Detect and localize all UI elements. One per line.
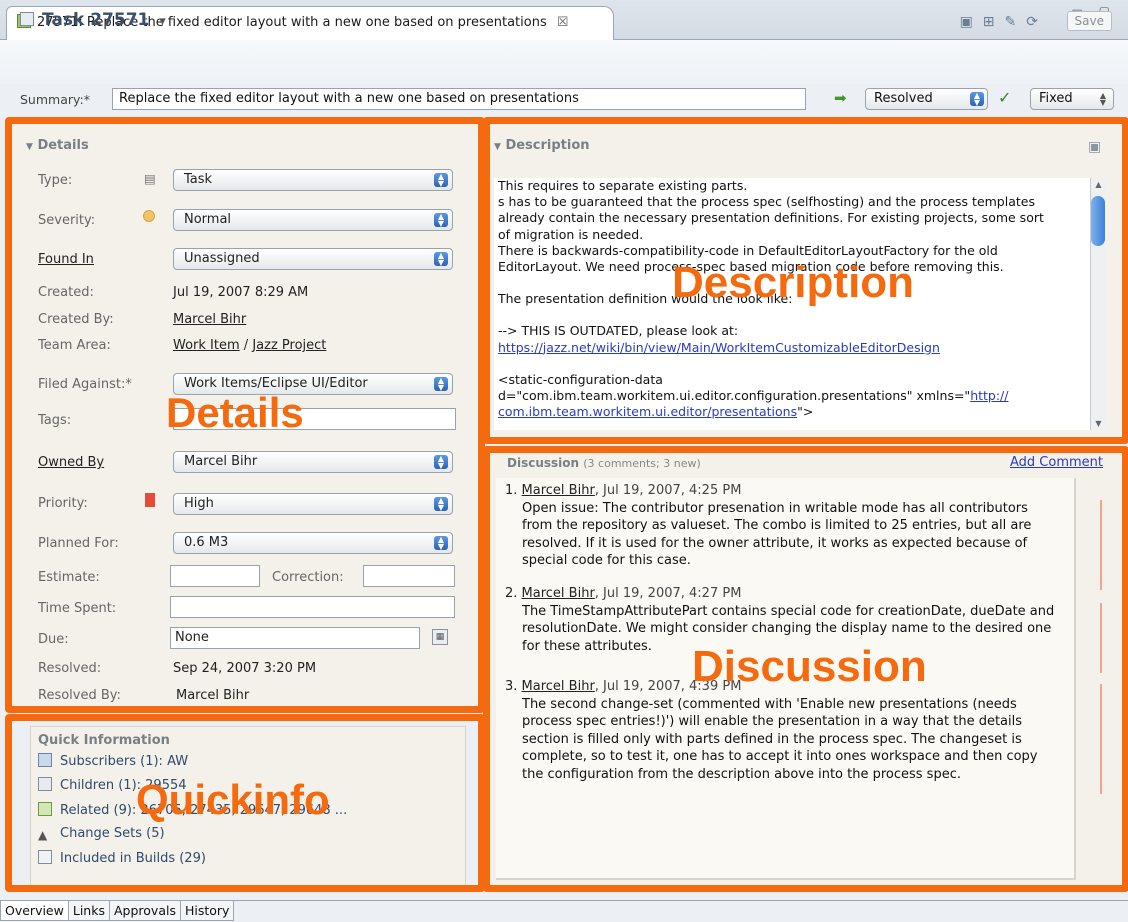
check-icon: ✓ (998, 88, 1012, 107)
hierarchy-icon[interactable]: ⊞ (983, 14, 1005, 30)
details-overlay-label: Details (166, 389, 304, 436)
resolution-stepper-icon: ▲ ▼ (1099, 91, 1107, 107)
tab-approvals[interactable]: Approvals (108, 901, 181, 921)
discussion-overlay-label: Discussion (692, 642, 927, 691)
tab-links[interactable]: Links (67, 901, 110, 921)
workflow-arrow-icon: ➡ (834, 89, 847, 107)
close-tab-icon[interactable]: ☒ (557, 15, 569, 30)
description-overlay-label: Description (672, 258, 915, 307)
tab-history[interactable]: History (179, 901, 235, 921)
save-button[interactable]: Save (1066, 11, 1112, 31)
editor-page-tabs: Overview Links Approvals History (0, 900, 1128, 922)
tab-overview[interactable]: Overview (0, 901, 69, 921)
resolution-select[interactable]: Fixed ▲ ▼ (1030, 88, 1114, 110)
refresh-icon[interactable]: ⟳ (1026, 14, 1048, 30)
state-stepper-icon: ▲ ▼ (970, 92, 984, 107)
state-value: Resolved (874, 91, 933, 106)
summary-input[interactable]: Replace the fixed editor layout with a n… (112, 88, 806, 110)
summary-label: Summary:* (20, 92, 90, 107)
state-select[interactable]: Resolved ▲ ▼ (865, 88, 988, 110)
duplicate-icon[interactable]: ▣ (960, 14, 983, 30)
header-toolbar: ▣⊞✎⟳ (960, 14, 1048, 30)
resolution-value: Fixed (1039, 91, 1073, 106)
editor-header (0, 40, 1128, 84)
task-icon (20, 12, 34, 26)
edit-icon[interactable]: ✎ (1005, 14, 1027, 30)
quickinfo-overlay-label: Quickinfo (136, 776, 330, 823)
task-title-text: Task 27571 (42, 10, 150, 30)
task-title: Task 27571 ▾ (20, 10, 166, 30)
task-menu-chevron-icon[interactable]: ▾ (159, 14, 166, 29)
